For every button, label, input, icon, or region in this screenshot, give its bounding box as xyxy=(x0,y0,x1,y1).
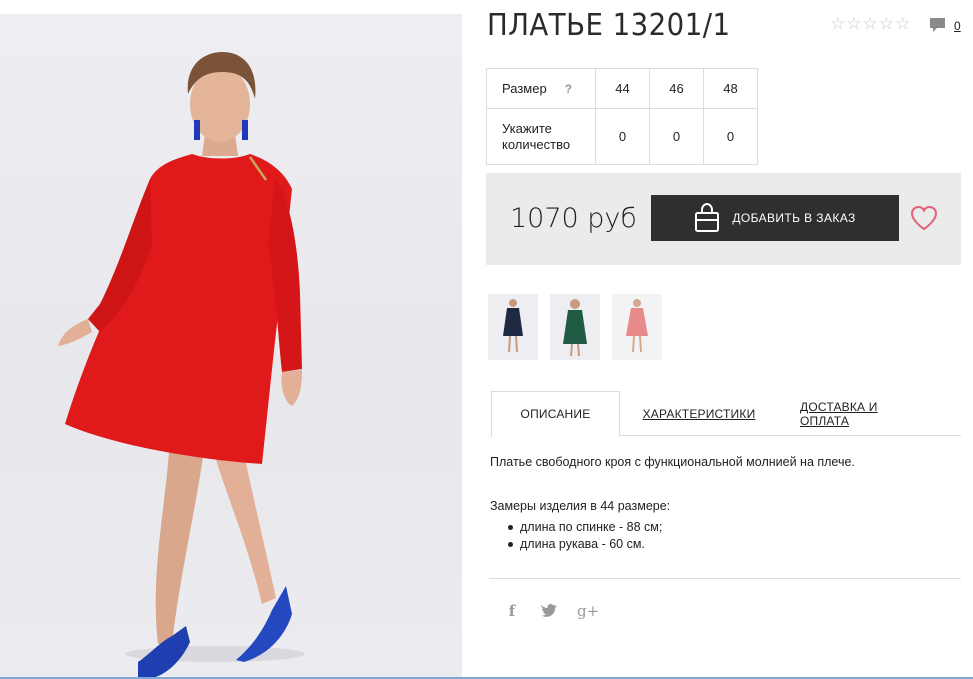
product-description: Платье свободного кроя с функциональной … xyxy=(490,455,855,469)
star-icon[interactable]: ☆ xyxy=(863,14,878,34)
comments-count-link[interactable]: 0 xyxy=(954,19,961,33)
rating-stars[interactable]: ☆ ☆ ☆ ☆ ☆ xyxy=(830,14,910,34)
size-44[interactable]: 44 xyxy=(595,68,650,109)
twitter-icon[interactable] xyxy=(541,604,557,618)
heart-icon[interactable] xyxy=(910,205,938,231)
product-tabs: ОПИСАНИЕ ХАРАКТЕРИСТИКИ ДОСТАВКА И ОПЛАТ… xyxy=(490,391,961,437)
tab-delivery-payment[interactable]: ДОСТАВКА И ОПЛАТА xyxy=(800,391,930,436)
star-icon[interactable]: ☆ xyxy=(895,14,910,34)
size-help-icon[interactable]: ? xyxy=(565,82,572,96)
size-row: Размер? 44 46 48 xyxy=(486,68,758,109)
pink-dress-thumb xyxy=(612,294,662,360)
thumbnail-green[interactable] xyxy=(550,294,600,360)
thumbnail-navy[interactable] xyxy=(488,294,538,360)
star-icon[interactable]: ☆ xyxy=(846,14,861,34)
size-46[interactable]: 46 xyxy=(649,68,704,109)
size-48[interactable]: 48 xyxy=(703,68,758,109)
tab-characteristics[interactable]: ХАРАКТЕРИСТИКИ xyxy=(640,391,758,436)
product-photo[interactable] xyxy=(0,14,462,679)
quantity-label-cell: Укажите количество xyxy=(486,108,596,165)
quantity-input-48[interactable]: 0 xyxy=(703,108,758,165)
quantity-row: Укажите количество 0 0 0 xyxy=(486,108,758,165)
measurements-title: Замеры изделия в 44 размере: xyxy=(490,499,671,513)
measurements-list: длина по спинке - 88 см; длина рукава - … xyxy=(508,519,662,553)
measurement-item: длина рукава - 60 см. xyxy=(508,536,662,553)
google-plus-icon[interactable]: g+ xyxy=(577,602,599,620)
product-title: ПЛАТЬЕ 13201/1 xyxy=(487,8,731,43)
shopping-bag-icon xyxy=(695,203,720,232)
quantity-input-46[interactable]: 0 xyxy=(649,108,704,165)
thumbnail-pink[interactable] xyxy=(612,294,662,360)
navy-dress-thumb xyxy=(488,294,538,360)
price-panel: 1070 руб ДОБАВИТЬ В ЗАКАЗ xyxy=(486,173,961,265)
star-icon[interactable]: ☆ xyxy=(830,14,845,34)
add-to-order-button[interactable]: ДОБАВИТЬ В ЗАКАЗ xyxy=(651,195,899,241)
model-illustration xyxy=(58,52,305,679)
size-quantity-table: Размер? 44 46 48 Укажите количество 0 0 … xyxy=(486,68,758,165)
size-label-cell: Размер? xyxy=(486,68,596,109)
size-label: Размер xyxy=(502,80,547,96)
comment-icon[interactable] xyxy=(929,17,946,34)
price: 1070 руб xyxy=(510,203,637,234)
measurement-item: длина по спинке - 88 см; xyxy=(508,519,662,536)
tab-description[interactable]: ОПИСАНИЕ xyxy=(491,391,620,437)
quantity-label-line1: Укажите xyxy=(502,120,552,136)
divider xyxy=(489,578,961,579)
add-to-order-label: ДОБАВИТЬ В ЗАКАЗ xyxy=(732,211,856,225)
quantity-label-line2: количество xyxy=(502,136,571,152)
quantity-input-44[interactable]: 0 xyxy=(595,108,650,165)
green-dress-thumb xyxy=(550,294,600,360)
facebook-icon[interactable]: f xyxy=(503,602,521,620)
star-icon[interactable]: ☆ xyxy=(879,14,894,34)
color-thumbnails xyxy=(488,294,662,360)
social-share: f g+ xyxy=(503,602,599,620)
